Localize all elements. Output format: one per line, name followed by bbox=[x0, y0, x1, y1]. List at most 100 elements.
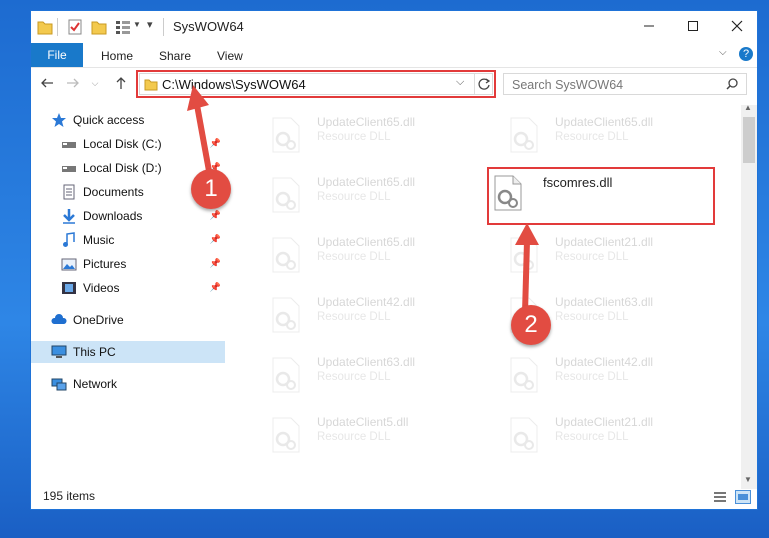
file-type: Resource DLL bbox=[317, 251, 391, 263]
recent-locations-icon[interactable]: ⌵ bbox=[85, 73, 105, 93]
file-name: UpdateClient21.dll bbox=[555, 235, 654, 249]
up-arrow-icon bbox=[116, 77, 126, 89]
file-item[interactable]: UpdateClient65.dll Resource DLL bbox=[247, 231, 467, 275]
sidebar-item-network[interactable]: Network bbox=[31, 373, 225, 395]
properties-icon[interactable] bbox=[67, 18, 83, 36]
vertical-scrollbar[interactable]: ▲ ▼ bbox=[741, 103, 757, 489]
status-bar: 195 items bbox=[31, 487, 757, 509]
dll-file-icon bbox=[510, 117, 538, 153]
pin-icon[interactable]: 📌 bbox=[210, 210, 221, 221]
star-icon bbox=[52, 113, 66, 127]
tab-share[interactable]: Share bbox=[159, 49, 191, 63]
file-type: Resource DLL bbox=[317, 311, 391, 323]
network-icon bbox=[51, 378, 67, 391]
pin-icon[interactable]: 📌 bbox=[210, 258, 221, 269]
dll-file-icon bbox=[510, 357, 538, 393]
file-item[interactable]: UpdateClient42.dll Resource DLL bbox=[485, 351, 705, 395]
sidebar-item-label: Pictures bbox=[83, 257, 127, 271]
sidebar-item-label: Local Disk (C:) bbox=[83, 137, 162, 151]
scroll-up-icon[interactable]: ▲ bbox=[744, 103, 752, 112]
file-item[interactable]: UpdateClient42.dll Resource DLL bbox=[247, 291, 467, 335]
dll-file-icon bbox=[272, 117, 300, 153]
forward-button[interactable] bbox=[63, 73, 83, 93]
file-item[interactable]: UpdateClient65.dll Resource DLL bbox=[247, 111, 467, 155]
file-name: UpdateClient5.dll bbox=[317, 415, 409, 429]
new-folder-icon[interactable] bbox=[91, 18, 107, 36]
close-button[interactable] bbox=[715, 11, 757, 41]
file-item[interactable]: UpdateClient65.dll Resource DLL bbox=[485, 111, 705, 155]
maximize-icon bbox=[688, 21, 698, 31]
pin-icon[interactable]: 📌 bbox=[210, 234, 221, 245]
search-placeholder: Search SysWOW64 bbox=[512, 78, 624, 92]
pin-icon[interactable]: 📌 bbox=[210, 282, 221, 293]
item-count: 195 items bbox=[43, 489, 96, 503]
sidebar-item-pictures[interactable]: Pictures 📌 bbox=[31, 253, 225, 275]
file-type: Resource DLL bbox=[555, 251, 629, 263]
chevron-down-icon[interactable]: ▼ bbox=[133, 20, 141, 38]
file-type: Resource DLL bbox=[555, 131, 629, 143]
file-highlight bbox=[487, 167, 715, 225]
file-name: UpdateClient21.dll bbox=[555, 415, 654, 429]
file-name: UpdateClient63.dll bbox=[317, 355, 416, 369]
sidebar-item-label: This PC bbox=[73, 345, 116, 359]
title-bar: ▼ ▾ SysWOW64 bbox=[31, 11, 757, 43]
minimize-button[interactable] bbox=[627, 11, 671, 41]
computer-icon bbox=[51, 345, 67, 358]
sidebar-item-music[interactable]: Music 📌 bbox=[31, 229, 225, 251]
quick-access-dropdown-icon[interactable]: ▾ bbox=[147, 18, 153, 36]
expand-ribbon-icon[interactable]: ⌵ bbox=[719, 47, 727, 58]
file-list: UpdateClient65.dll Resource DLL UpdateCl… bbox=[227, 105, 739, 467]
scroll-down-icon[interactable]: ▼ bbox=[744, 475, 752, 484]
large-icons-view-icon[interactable] bbox=[735, 490, 751, 504]
window-title: SysWOW64 bbox=[173, 19, 244, 34]
file-name: UpdateClient42.dll bbox=[317, 295, 416, 309]
file-item[interactable]: UpdateClient5.dll Resource DLL bbox=[247, 411, 467, 455]
film-icon bbox=[62, 282, 76, 294]
up-button[interactable] bbox=[111, 73, 131, 93]
drive-icon bbox=[62, 142, 76, 148]
ribbon-tabs: File Home Share View ⌵ ? bbox=[31, 43, 757, 68]
download-arrow-icon bbox=[63, 209, 75, 224]
folder-icon bbox=[37, 21, 53, 35]
sidebar-item-videos[interactable]: Videos 📌 bbox=[31, 277, 225, 299]
tab-file[interactable]: File bbox=[31, 43, 83, 67]
file-name: UpdateClient65.dll bbox=[317, 235, 416, 249]
explorer-window: ▼ ▾ SysWOW64 File Home Share View ⌵ ? ⌵ bbox=[30, 10, 758, 510]
details-view-icon[interactable] bbox=[713, 491, 727, 503]
navigation-bar: ⌵ C:\Windows\SysWOW64 ⌵ Search SysWOW64 bbox=[31, 69, 757, 99]
help-button[interactable]: ? bbox=[739, 47, 753, 61]
tab-view[interactable]: View bbox=[217, 49, 243, 63]
file-name: UpdateClient65.dll bbox=[317, 115, 416, 129]
cloud-icon bbox=[51, 314, 67, 324]
dll-file-icon bbox=[272, 237, 300, 273]
close-icon bbox=[731, 20, 743, 32]
back-button[interactable] bbox=[37, 73, 57, 93]
dll-file-icon bbox=[272, 357, 300, 393]
dll-file-icon bbox=[272, 417, 300, 453]
forward-arrow-icon bbox=[67, 78, 79, 88]
file-type: Resource DLL bbox=[555, 431, 629, 443]
documents-icon bbox=[63, 184, 75, 200]
sidebar-item-downloads[interactable]: Downloads 📌 bbox=[31, 205, 225, 227]
file-type: Resource DLL bbox=[317, 431, 391, 443]
file-type: Resource DLL bbox=[555, 311, 629, 323]
maximize-button[interactable] bbox=[671, 11, 715, 41]
scrollbar-thumb[interactable] bbox=[743, 117, 755, 163]
dll-file-icon bbox=[510, 417, 538, 453]
file-item[interactable]: UpdateClient21.dll Resource DLL bbox=[485, 411, 705, 455]
file-type: Resource DLL bbox=[317, 131, 391, 143]
search-box[interactable]: Search SysWOW64 bbox=[503, 73, 747, 95]
sidebar-item-this-pc[interactable]: This PC bbox=[31, 341, 225, 363]
dll-file-icon bbox=[272, 297, 300, 333]
file-type: Resource DLL bbox=[317, 191, 391, 203]
back-arrow-icon bbox=[41, 78, 53, 88]
file-item[interactable]: UpdateClient65.dll Resource DLL bbox=[247, 171, 467, 215]
file-item[interactable]: UpdateClient63.dll Resource DLL bbox=[247, 351, 467, 395]
drive-icon bbox=[62, 166, 76, 172]
sidebar-item-onedrive[interactable]: OneDrive bbox=[31, 309, 225, 331]
search-icon[interactable] bbox=[726, 78, 738, 90]
customize-toolbar-icon[interactable] bbox=[115, 18, 131, 36]
file-name: UpdateClient63.dll bbox=[555, 295, 654, 309]
tab-home[interactable]: Home bbox=[101, 49, 133, 63]
minimize-icon bbox=[644, 25, 654, 27]
